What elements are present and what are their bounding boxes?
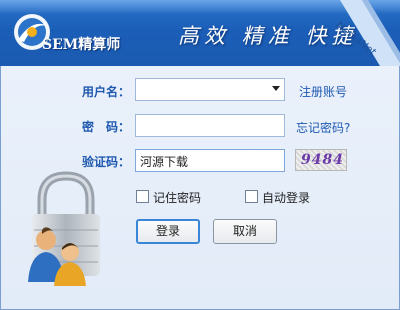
auto-login-label[interactable]: 自动登录 bbox=[262, 189, 310, 206]
cancel-button[interactable]: 取消 bbox=[213, 219, 277, 244]
username-value bbox=[141, 83, 261, 97]
header-banner: SEM精算师 高效 精准 快捷 MediaNet bbox=[0, 0, 400, 66]
remember-password-label[interactable]: 记住密码 bbox=[153, 189, 201, 206]
auto-login-checkbox[interactable] bbox=[245, 190, 258, 203]
app-logo-text: SEM精算师 bbox=[42, 37, 121, 53]
chevron-down-icon[interactable] bbox=[272, 86, 280, 91]
remember-password-checkbox[interactable] bbox=[136, 190, 149, 203]
captcha-image[interactable]: 9484 bbox=[295, 149, 347, 171]
password-field[interactable] bbox=[135, 114, 285, 137]
login-button[interactable]: 登录 bbox=[136, 219, 200, 244]
slogan: 高效 精准 快捷 bbox=[178, 24, 358, 48]
forgot-password-link[interactable]: 忘记密码? bbox=[296, 119, 350, 136]
username-label: 用户名： bbox=[81, 85, 130, 99]
password-label: 密 码： bbox=[81, 120, 130, 134]
captcha-label: 验证码： bbox=[81, 155, 130, 169]
register-link[interactable]: 注册账号 bbox=[299, 83, 347, 100]
username-dropdown[interactable] bbox=[135, 78, 285, 101]
captcha-image-text: 9484 bbox=[301, 152, 344, 168]
padlock-users-icon bbox=[28, 171, 100, 286]
captcha-input[interactable]: 河源下载 bbox=[135, 149, 285, 172]
